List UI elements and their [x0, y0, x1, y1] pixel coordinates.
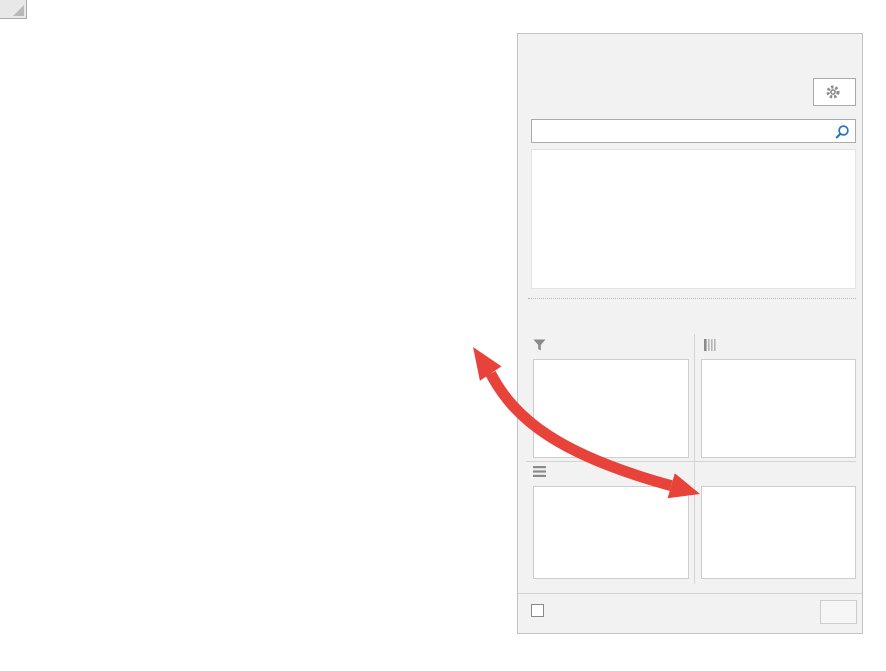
defer-layout-checkbox[interactable]	[531, 604, 544, 617]
area-divider-horizontal	[526, 461, 856, 462]
filter-funnel-icon	[533, 339, 546, 351]
search-icon[interactable]	[834, 124, 850, 140]
field-list	[531, 149, 856, 289]
columns-drop-area[interactable]	[701, 359, 856, 458]
update-button[interactable]	[820, 600, 857, 624]
columns-area-label	[704, 339, 725, 351]
select-all-corner[interactable]	[0, 0, 27, 19]
arrowhead-to-total-cell	[473, 347, 502, 381]
excel-worksheet	[0, 0, 886, 671]
rows-icon	[533, 466, 546, 477]
rows-area-label	[533, 466, 553, 477]
field-search-box	[531, 119, 856, 143]
tools-button[interactable]	[813, 78, 856, 106]
columns-icon	[704, 339, 718, 351]
rows-drop-area[interactable]	[533, 486, 689, 579]
filters-area-label	[533, 339, 553, 351]
search-input[interactable]	[536, 122, 830, 142]
pane-bottom-divider	[518, 593, 862, 594]
pane-divider	[528, 298, 856, 299]
gear-icon	[825, 84, 841, 100]
select-all-triangle-icon	[13, 5, 24, 16]
pivot-fields-pane	[517, 33, 863, 634]
defer-layout-row[interactable]	[531, 604, 552, 617]
area-divider-vertical	[694, 334, 695, 584]
values-drop-area[interactable]	[701, 486, 856, 579]
filters-drop-area[interactable]	[533, 359, 689, 458]
